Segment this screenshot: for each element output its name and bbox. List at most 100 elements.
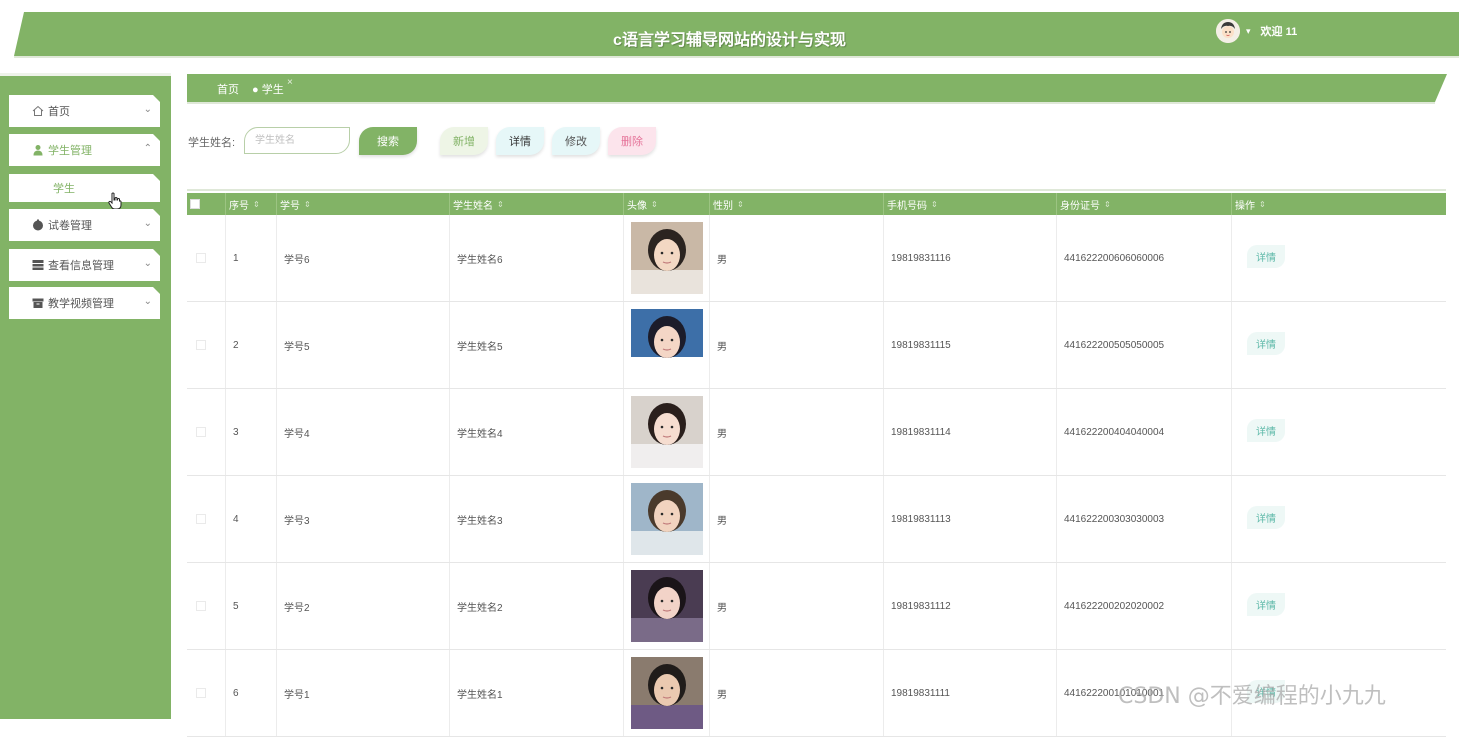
sort-icon[interactable]: ⇕ [253,200,260,209]
sort-icon[interactable]: ⇕ [1259,200,1266,209]
cell-gender: 男 [710,563,884,649]
sort-icon[interactable]: ⇕ [931,200,938,209]
cell-avatar [624,476,710,562]
sidebar-item-label: 首页 [48,106,70,118]
sort-icon[interactable]: ⇕ [737,200,744,209]
cell-no: 5 [226,563,277,649]
column-header-actions[interactable]: 操作 ⇕ [1232,193,1446,215]
cell-avatar [624,389,710,475]
sort-icon[interactable]: ⇕ [497,200,504,209]
search-input[interactable] [244,127,350,154]
detail-button[interactable]: 详情 [496,127,544,155]
row-select-cell[interactable] [187,476,226,562]
sidebar-subitem-student[interactable]: 学生 [9,174,160,202]
table-row[interactable]: 1 学号6 学生姓名6 男 19819831116 441622200606060006 详… [187,215,1446,302]
cell-actions: 详情 [1232,476,1446,562]
chevron-down-icon[interactable]: ▾ [1246,26,1251,37]
student-avatar-photo [631,222,703,294]
row-detail-button[interactable]: 详情 [1247,418,1285,442]
row-detail-button[interactable]: 详情 [1247,244,1285,268]
sidebar-item-video-management[interactable]: 教学视频管理 ⌄ [9,287,160,319]
welcome-text: 欢迎 11 [1260,26,1298,38]
table-header: 序号 ⇕ 学号 ⇕ 学生姓名 ⇕ 头像 ⇕ 性别 ⇕ 手机号码 ⇕ 身份证号 ⇕ 操作 ⇕ [187,193,1446,215]
column-header-phone[interactable]: 手机号码 ⇕ [884,193,1057,215]
sort-icon[interactable]: ⇕ [1104,200,1111,209]
cell-gender: 男 [710,215,884,301]
checkbox[interactable] [196,601,206,611]
sidebar-item-label: 试卷管理 [48,220,92,232]
column-header-id-card[interactable]: 身份证号 ⇕ [1057,193,1232,215]
cell-id-card: 441622200303030003 [1057,476,1232,562]
header-divider [14,56,1459,58]
user-avatar-icon[interactable] [1216,19,1240,43]
cell-no: 6 [226,650,277,736]
chevron-down-icon: ⌄ [143,258,152,269]
column-header-student-id[interactable]: 学号 ⇕ [277,193,450,215]
cell-student-name: 学生姓名4 [450,389,624,475]
cell-student-name: 学生姓名1 [450,650,624,736]
cell-phone: 19819831112 [884,563,1057,649]
sidebar-item-label: 查看信息管理 [48,260,114,272]
close-icon[interactable]: × [287,77,293,88]
table-row[interactable]: 3 学号4 学生姓名4 男 19819831114 441622200404040004 详… [187,389,1446,476]
cell-gender: 男 [710,389,884,475]
cell-student-name: 学生姓名3 [450,476,624,562]
row-select-cell[interactable] [187,563,226,649]
row-detail-button[interactable]: 详情 [1247,592,1285,616]
row-select-cell[interactable] [187,302,226,388]
student-avatar-photo [631,657,703,729]
home-icon [32,105,44,117]
sidebar-item-student-management[interactable]: 学生管理 ⌃ [9,134,160,166]
checkbox[interactable] [196,427,206,437]
row-select-cell[interactable] [187,389,226,475]
cell-phone: 19819831113 [884,476,1057,562]
chevron-down-icon: ⌄ [143,218,152,229]
chevron-down-icon: ⌄ [143,296,152,307]
cell-phone: 19819831111 [884,650,1057,736]
circle-icon [32,219,44,231]
checkbox[interactable] [190,199,200,209]
column-header-gender[interactable]: 性别 ⇕ [710,193,884,215]
edit-button[interactable]: 修改 [552,127,600,155]
cell-id-card: 441622200505050005 [1057,302,1232,388]
table-row[interactable]: 5 学号2 学生姓名2 男 19819831112 441622200202020002 详… [187,563,1446,650]
table-row[interactable]: 4 学号3 学生姓名3 男 19819831113 441622200303030003 详… [187,476,1446,563]
user-menu[interactable]: ▾ 欢迎 11 [1216,19,1297,43]
table-divider [187,189,1446,191]
list-icon [32,259,44,271]
sidebar-item-home[interactable]: 首页 ⌄ [9,95,160,127]
student-avatar-photo [631,483,703,555]
cell-actions: 详情 [1232,563,1446,649]
student-avatar-photo [631,570,703,642]
row-select-cell[interactable] [187,650,226,736]
sort-icon[interactable]: ⇕ [304,200,311,209]
sidebar-item-exam-management[interactable]: 试卷管理 ⌄ [9,209,160,241]
checkbox[interactable] [196,514,206,524]
tab-student[interactable]: ● 学生 [252,81,284,97]
checkbox[interactable] [196,688,206,698]
sidebar-item-info-management[interactable]: 查看信息管理 ⌄ [9,249,160,281]
box-icon [32,297,44,309]
checkbox[interactable] [196,340,206,350]
header-select-all[interactable] [187,193,226,215]
column-header-no[interactable]: 序号 ⇕ [226,193,277,215]
sidebar [0,73,171,719]
table-body: 1 学号6 学生姓名6 男 19819831116 441622200606060006 详… [187,215,1446,737]
cell-student-id: 学号3 [277,476,450,562]
checkbox[interactable] [196,253,206,263]
tab-home[interactable]: 首页 [217,81,239,97]
search-button[interactable]: 搜索 [359,127,417,155]
row-detail-button[interactable]: 详情 [1247,331,1285,355]
table-row[interactable]: 2 学号5 学生姓名5 男 19819831115 441622200505050005 详… [187,302,1446,389]
search-label: 学生姓名: [188,137,236,149]
add-button[interactable]: 新增 [440,127,488,155]
delete-button[interactable]: 删除 [608,127,656,155]
column-header-student-name[interactable]: 学生姓名 ⇕ [450,193,624,215]
cell-actions: 详情 [1232,215,1446,301]
row-select-cell[interactable] [187,215,226,301]
cell-id-card: 441622200606060006 [1057,215,1232,301]
sort-icon[interactable]: ⇕ [651,200,658,209]
cell-student-id: 学号5 [277,302,450,388]
column-header-avatar[interactable]: 头像 ⇕ [624,193,710,215]
row-detail-button[interactable]: 详情 [1247,505,1285,529]
